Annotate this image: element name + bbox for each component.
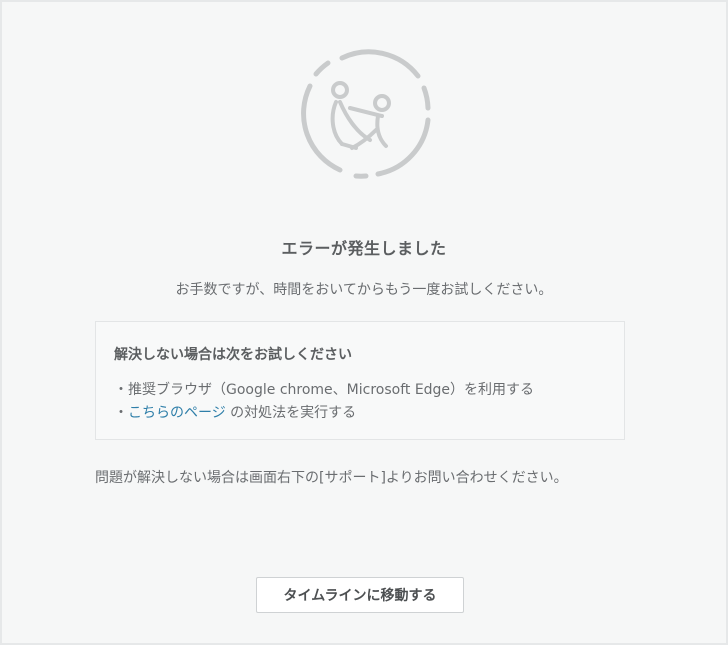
error-message: お手数ですが、時間をおいてからもう一度お試しください。 bbox=[175, 282, 553, 298]
support-note: 問題が解決しない場合は画面右下の[サポート]よりお問い合わせください。 bbox=[95, 470, 568, 486]
tips-heading: 解決しない場合は次をお試しください bbox=[114, 347, 352, 363]
tip-bullet: ・ bbox=[114, 405, 128, 421]
error-illustration-icon bbox=[301, 49, 431, 179]
help-page-link[interactable]: こちらのページ bbox=[128, 405, 226, 421]
error-page: エラーが発生しました お手数ですが、時間をおいてからもう一度お試しください。 解… bbox=[2, 2, 726, 643]
tip-browser: ・推奨ブラウザ（Google chrome、Microsoft Edge）を利用… bbox=[114, 382, 535, 398]
tip-help-suffix: の対処法を実行する bbox=[225, 405, 357, 421]
go-to-timeline-button[interactable]: タイムラインに移動する bbox=[256, 577, 464, 613]
tip-help-page: ・こちらのページ の対処法を実行する bbox=[114, 402, 356, 422]
error-title: エラーが発生しました bbox=[281, 239, 447, 258]
tips-panel: 解決しない場合は次をお試しください ・推奨ブラウザ（Google chrome、… bbox=[95, 321, 625, 440]
